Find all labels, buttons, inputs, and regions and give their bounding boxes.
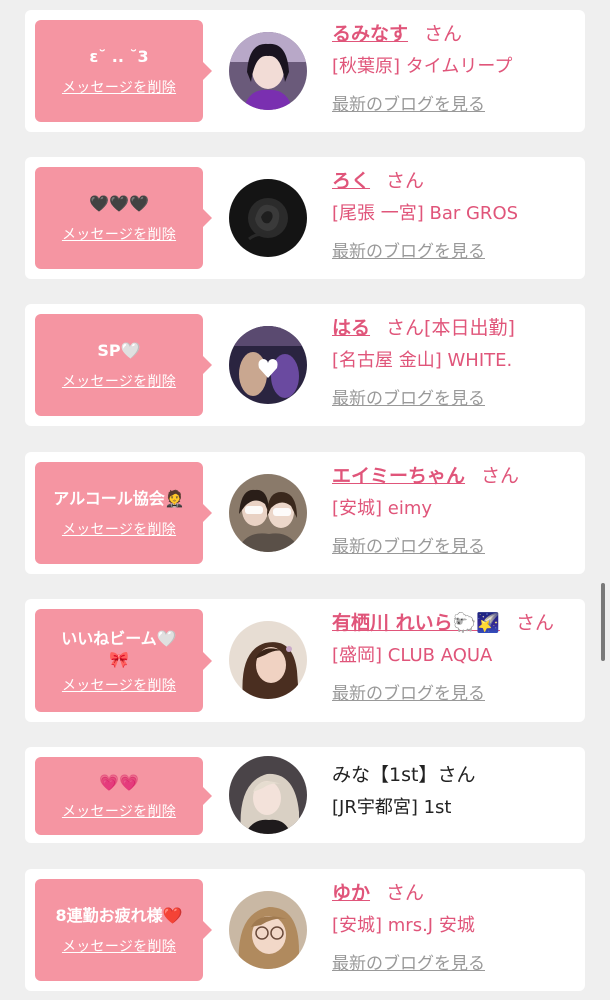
avatar[interactable] bbox=[229, 621, 307, 699]
user-info: ろく さん [尾張 一宮] Bar GROS 最新のブログを見る bbox=[332, 167, 577, 265]
avatar[interactable] bbox=[229, 756, 307, 834]
message-text: 8連勤お疲れ様❤️ bbox=[55, 906, 183, 925]
avatar[interactable] bbox=[229, 891, 307, 969]
message-text: 💗💗 bbox=[99, 773, 139, 792]
list-item: ε˘ .. ˘3 メッセージを削除 るみなす さん [秋葉原] タイムリープ 最新… bbox=[25, 10, 585, 132]
latest-blog-link[interactable]: 最新のブログを見る bbox=[332, 534, 577, 560]
user-info: はる さん[本日出勤] [名古屋 金山] WHITE. 最新のブログを見る bbox=[332, 314, 577, 412]
message-bubble: 💗💗 メッセージを削除 bbox=[35, 757, 212, 835]
user-info: エイミーちゃん さん [安城] eimy 最新のブログを見る bbox=[332, 462, 577, 560]
honorific: さん bbox=[437, 764, 476, 786]
avatar-glasses-girl-icon bbox=[229, 891, 307, 969]
message-text: いいねビーム🤍 bbox=[61, 628, 177, 648]
user-info: 有栖川 れいら🐑🌠 さん [盛岡] CLUB AQUA 最新のブログを見る bbox=[332, 609, 577, 707]
message-text: ε˘ .. ˘3 bbox=[89, 47, 149, 66]
list-item: 8連勤お疲れ様❤️ メッセージを削除 ゆか さん [安城] mrs.J 安城 最新… bbox=[25, 869, 585, 991]
message-bubble: いいねビーム🤍 🎀 メッセージを削除 bbox=[35, 609, 212, 712]
latest-blog-link[interactable]: 最新のブログを見る bbox=[332, 92, 577, 118]
list-item: SP🤍 メッセージを削除 はる さん[本日出勤] [名古屋 金山] WHITE. … bbox=[25, 304, 585, 426]
delete-message-link[interactable]: メッセージを削除 bbox=[62, 224, 176, 244]
avatar-two-girls-icon bbox=[229, 474, 307, 552]
latest-blog-link[interactable]: 最新のブログを見る bbox=[332, 386, 577, 412]
honorific: さん bbox=[515, 612, 554, 634]
avatar-brown-hair-icon bbox=[229, 621, 307, 699]
delete-message-link[interactable]: メッセージを削除 bbox=[62, 675, 176, 695]
user-name-link[interactable]: 有栖川 れいら🐑🌠 bbox=[332, 612, 500, 634]
latest-blog-link[interactable]: 最新のブログを見る bbox=[332, 239, 577, 265]
honorific: さん bbox=[481, 465, 520, 487]
delete-message-link[interactable]: メッセージを削除 bbox=[62, 371, 176, 391]
work-status: [本日出勤] bbox=[424, 317, 515, 339]
list-item: アルコール協会🤵 メッセージを削除 エイミーちゃん さん [安城] eimy 最新… bbox=[25, 452, 585, 574]
avatar[interactable] bbox=[229, 326, 307, 404]
delete-message-link[interactable]: メッセージを削除 bbox=[62, 77, 176, 97]
user-name-link[interactable]: エイミーちゃん bbox=[332, 465, 465, 487]
avatar-black-rose-icon bbox=[229, 179, 307, 257]
list-item: いいねビーム🤍 🎀 メッセージを削除 有栖川 れいら🐑🌠 さん [盛岡] CLUB… bbox=[25, 599, 585, 722]
delete-message-link[interactable]: メッセージを削除 bbox=[62, 801, 176, 821]
avatar[interactable] bbox=[229, 32, 307, 110]
message-bubble: アルコール協会🤵 メッセージを削除 bbox=[35, 462, 212, 564]
avatar[interactable] bbox=[229, 179, 307, 257]
shop-name: [安城] eimy bbox=[332, 498, 433, 519]
shop-name: [秋葉原] タイムリープ bbox=[332, 56, 513, 77]
latest-blog-link[interactable]: 最新のブログを見る bbox=[332, 681, 577, 707]
user-name-link[interactable]: ろく bbox=[332, 170, 370, 192]
avatar-heart-selfie-icon bbox=[229, 326, 307, 404]
message-bubble: ε˘ .. ˘3 メッセージを削除 bbox=[35, 20, 212, 122]
message-text: SP🤍 bbox=[97, 341, 141, 360]
list-item: 💗💗 メッセージを削除 みな【1st】さん [JR宇都宮] 1st bbox=[25, 747, 585, 843]
user-name: みな【1st】 bbox=[332, 764, 438, 786]
message-bubble: SP🤍 メッセージを削除 bbox=[35, 314, 212, 416]
latest-blog-link[interactable]: 最新のブログを見る bbox=[332, 951, 577, 977]
user-name-link[interactable]: るみなす bbox=[332, 23, 408, 45]
honorific: さん bbox=[424, 23, 463, 45]
user-info: るみなす さん [秋葉原] タイムリープ 最新のブログを見る bbox=[332, 20, 577, 118]
message-text-line-2: 🎀 bbox=[109, 649, 129, 669]
message-text: アルコール協会🤵 bbox=[53, 489, 185, 508]
honorific: さん bbox=[386, 170, 425, 192]
message-text: 🖤🖤🖤 bbox=[89, 194, 149, 213]
message-bubble: 🖤🖤🖤 メッセージを削除 bbox=[35, 167, 212, 269]
avatar-blonde-icon bbox=[229, 756, 307, 834]
avatar-girl-purple-icon bbox=[229, 32, 307, 110]
shop-name: [JR宇都宮] 1st bbox=[332, 797, 452, 818]
user-info: みな【1st】さん [JR宇都宮] 1st bbox=[332, 761, 577, 823]
delete-message-link[interactable]: メッセージを削除 bbox=[62, 936, 176, 956]
list-item: 🖤🖤🖤 メッセージを削除 ろく さん [尾張 一宮] Bar GROS 最新のブロ… bbox=[25, 157, 585, 279]
shop-name: [盛岡] CLUB AQUA bbox=[332, 645, 493, 666]
message-bubble: 8連勤お疲れ様❤️ メッセージを削除 bbox=[35, 879, 212, 981]
shop-name: [名古屋 金山] WHITE. bbox=[332, 350, 513, 371]
user-name-link[interactable]: ゆか bbox=[332, 882, 370, 904]
delete-message-link[interactable]: メッセージを削除 bbox=[62, 519, 176, 539]
honorific: さん bbox=[386, 882, 425, 904]
shop-name: [安城] mrs.J 安城 bbox=[332, 915, 475, 936]
avatar[interactable] bbox=[229, 474, 307, 552]
scrollbar[interactable] bbox=[601, 583, 605, 661]
shop-name: [尾張 一宮] Bar GROS bbox=[332, 203, 519, 224]
user-info: ゆか さん [安城] mrs.J 安城 最新のブログを見る bbox=[332, 879, 577, 977]
honorific: さん bbox=[386, 317, 425, 339]
user-name-link[interactable]: はる bbox=[332, 317, 370, 339]
